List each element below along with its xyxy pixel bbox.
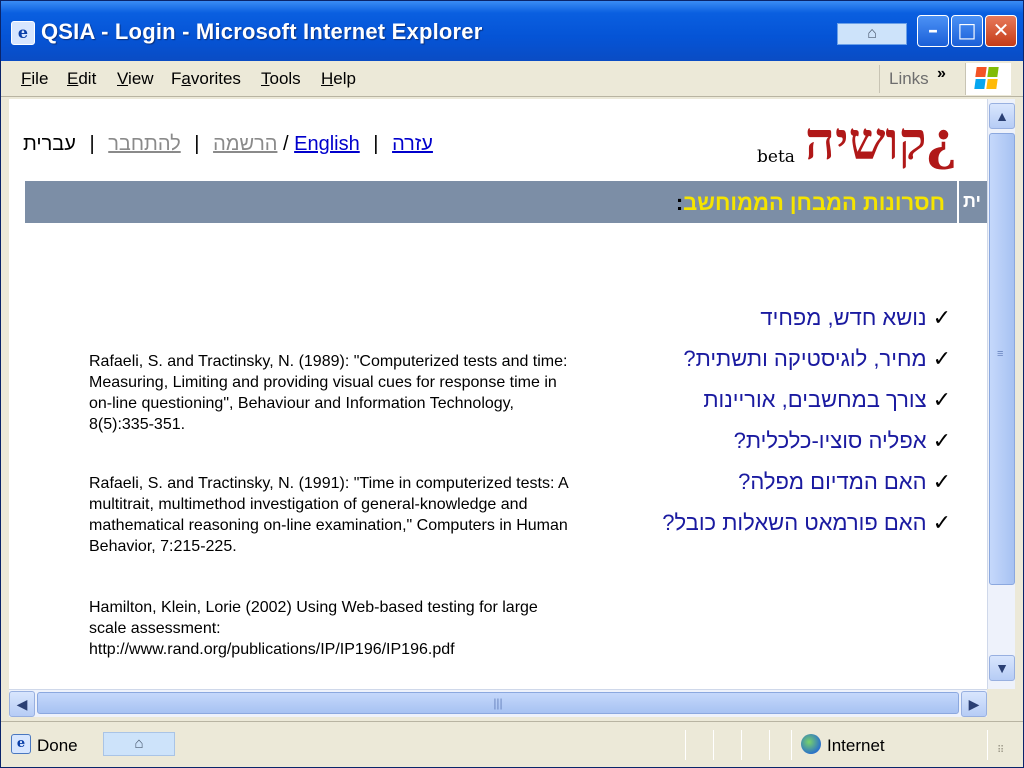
zone-label: Internet (827, 736, 885, 755)
check-icon: ✓ (932, 306, 951, 331)
banner-title: חסרונות המבחן הממוחשב: (676, 190, 945, 216)
grip-icon: ≡ (997, 348, 1004, 360)
nav-divider: | (373, 133, 379, 155)
horizontal-scroll-thumb[interactable]: ||| (37, 692, 959, 714)
windows-flag-icon (965, 63, 1011, 95)
list-item: ✓מחיר, לוגיסטיקה ותשתית? (662, 346, 951, 372)
list-item: ✓נושא חדש, מפחיד (662, 305, 951, 331)
browser-window: e QSIA - Login - Microsoft Internet Expl… (0, 0, 1024, 768)
list-item-text: אפליה סוציו-כלכלית? (733, 428, 927, 453)
banner-corner-fragment: ית (959, 181, 987, 223)
arrow-right-icon[interactable]: ▶ (961, 691, 987, 717)
menu-file-accel: F (21, 69, 32, 88)
ie-page-icon: e (11, 21, 35, 45)
menu-help-accel: H (321, 69, 334, 88)
logo-text: קושיה (805, 111, 927, 172)
reference-3: Hamilton, Klein, Lorie (2002) Using Web-… (89, 599, 538, 658)
list-item-text: נושא חדש, מפחיד (760, 305, 927, 330)
menu-bar: File Edit View Favorites Tools Help Link… (1, 61, 1023, 97)
list-item-text: מחיר, לוגיסטיקה ותשתית? (683, 346, 927, 371)
menu-favorites-label: vorites (190, 69, 241, 88)
page-viewport: הרשמה | להתחבר | עברית / English | עזרה … (9, 99, 987, 689)
link-help[interactable]: עזרה (392, 133, 433, 155)
menu-tools[interactable]: Tools (261, 69, 301, 89)
check-icon: ✓ (932, 388, 951, 413)
menu-tools-accel: T (261, 69, 270, 88)
vertical-scrollbar[interactable]: ▲ ≡ ▼ (987, 99, 1015, 689)
list-item-text: צורך במחשבים, אוריינות (703, 387, 927, 412)
menu-help-label: elp (333, 69, 356, 88)
menu-tools-label: ools (269, 69, 301, 88)
menu-favorites[interactable]: Favorites (171, 69, 241, 89)
logo-beta: beta (757, 147, 795, 167)
menu-help[interactable]: Help (321, 69, 356, 89)
title-bar[interactable]: e QSIA - Login - Microsoft Internet Expl… (1, 1, 1023, 61)
menu-edit-label: dit (78, 69, 97, 88)
arrow-down-icon[interactable]: ▼ (989, 655, 1015, 681)
horizontal-scrollbar[interactable]: ◀ ||| ▶ (9, 689, 987, 717)
status-divider (741, 730, 742, 760)
check-icon: ✓ (932, 470, 951, 495)
link-english[interactable]: English (294, 133, 360, 155)
link-register[interactable]: הרשמה (213, 133, 277, 155)
links-label[interactable]: Links (889, 69, 929, 89)
ie-page-icon: e (11, 734, 31, 754)
reference-2: Rafaeli, S. and Tractinsky, N. (1991): "… (89, 475, 568, 555)
list-item: ✓צורך במחשבים, אוריינות (662, 387, 951, 413)
nav-divider: | (89, 133, 95, 155)
home-icon[interactable]: ⌂ (837, 23, 907, 45)
maximize-button[interactable]: □ (951, 15, 983, 47)
menu-view-label: iew (128, 69, 154, 88)
window-title: QSIA - Login - Microsoft Internet Explor… (41, 19, 483, 44)
list-item: ✓האם פורמאט השאלות כובל? (662, 510, 951, 536)
minimize-button[interactable]: – (917, 15, 949, 47)
list-item-text: האם פורמאט השאלות כובל? (662, 510, 927, 535)
check-icon: ✓ (932, 511, 951, 536)
menu-view-accel: V (117, 69, 129, 88)
status-divider (685, 730, 686, 760)
label-hebrew: עברית (23, 133, 76, 155)
menu-file[interactable]: File (21, 69, 48, 89)
close-button[interactable]: ✕ (985, 15, 1017, 47)
arrow-up-icon[interactable]: ▲ (989, 103, 1015, 129)
menu-edit-accel: E (67, 69, 79, 88)
list-item-text: האם המדיום מפלה? (738, 469, 927, 494)
site-logo: ¿קושיה beta (757, 111, 957, 175)
links-chevron-icon[interactable]: » (937, 65, 946, 83)
top-nav-links: הרשמה | להתחבר | עברית / English | עזרה (23, 133, 433, 156)
arrow-left-icon[interactable]: ◀ (9, 691, 35, 717)
link-login[interactable]: להתחבר (108, 133, 181, 155)
menu-favorites-pre: F (171, 69, 182, 88)
status-divider (987, 730, 988, 760)
status-divider (791, 730, 792, 760)
menu-favorites-accel: a (181, 69, 191, 88)
lang-slash: / (283, 133, 289, 155)
check-icon: ✓ (932, 347, 951, 372)
logo-mark: ¿ (926, 111, 957, 172)
vertical-scroll-thumb[interactable]: ≡ (989, 133, 1015, 585)
home-icon: ⌂ (103, 732, 175, 756)
status-divider (769, 730, 770, 760)
status-bar: e Done ⌂ Internet ⠿ (1, 721, 1023, 767)
reference-1: Rafaeli, S. and Tractinsky, N. (1989): "… (89, 353, 568, 433)
banner: חסרונות המבחן הממוחשב: (25, 181, 957, 223)
status-divider (713, 730, 714, 760)
nav-divider: | (194, 133, 200, 155)
resize-grip-icon[interactable]: ⠿ (997, 746, 1015, 764)
menu-divider (879, 65, 880, 93)
globe-icon (801, 734, 821, 754)
checklist: ✓נושא חדש, מפחיד ✓מחיר, לוגיסטיקה ותשתית… (662, 305, 951, 551)
banner-title-text: חסרונות המבחן הממוחשב (683, 190, 945, 215)
menu-edit[interactable]: Edit (67, 69, 96, 89)
list-item: ✓האם המדיום מפלה? (662, 469, 951, 495)
menu-view[interactable]: View (117, 69, 154, 89)
status-text: Done (37, 736, 78, 755)
menu-file-label: ile (31, 69, 49, 88)
check-icon: ✓ (932, 429, 951, 454)
list-item: ✓אפליה סוציו-כלכלית? (662, 428, 951, 454)
